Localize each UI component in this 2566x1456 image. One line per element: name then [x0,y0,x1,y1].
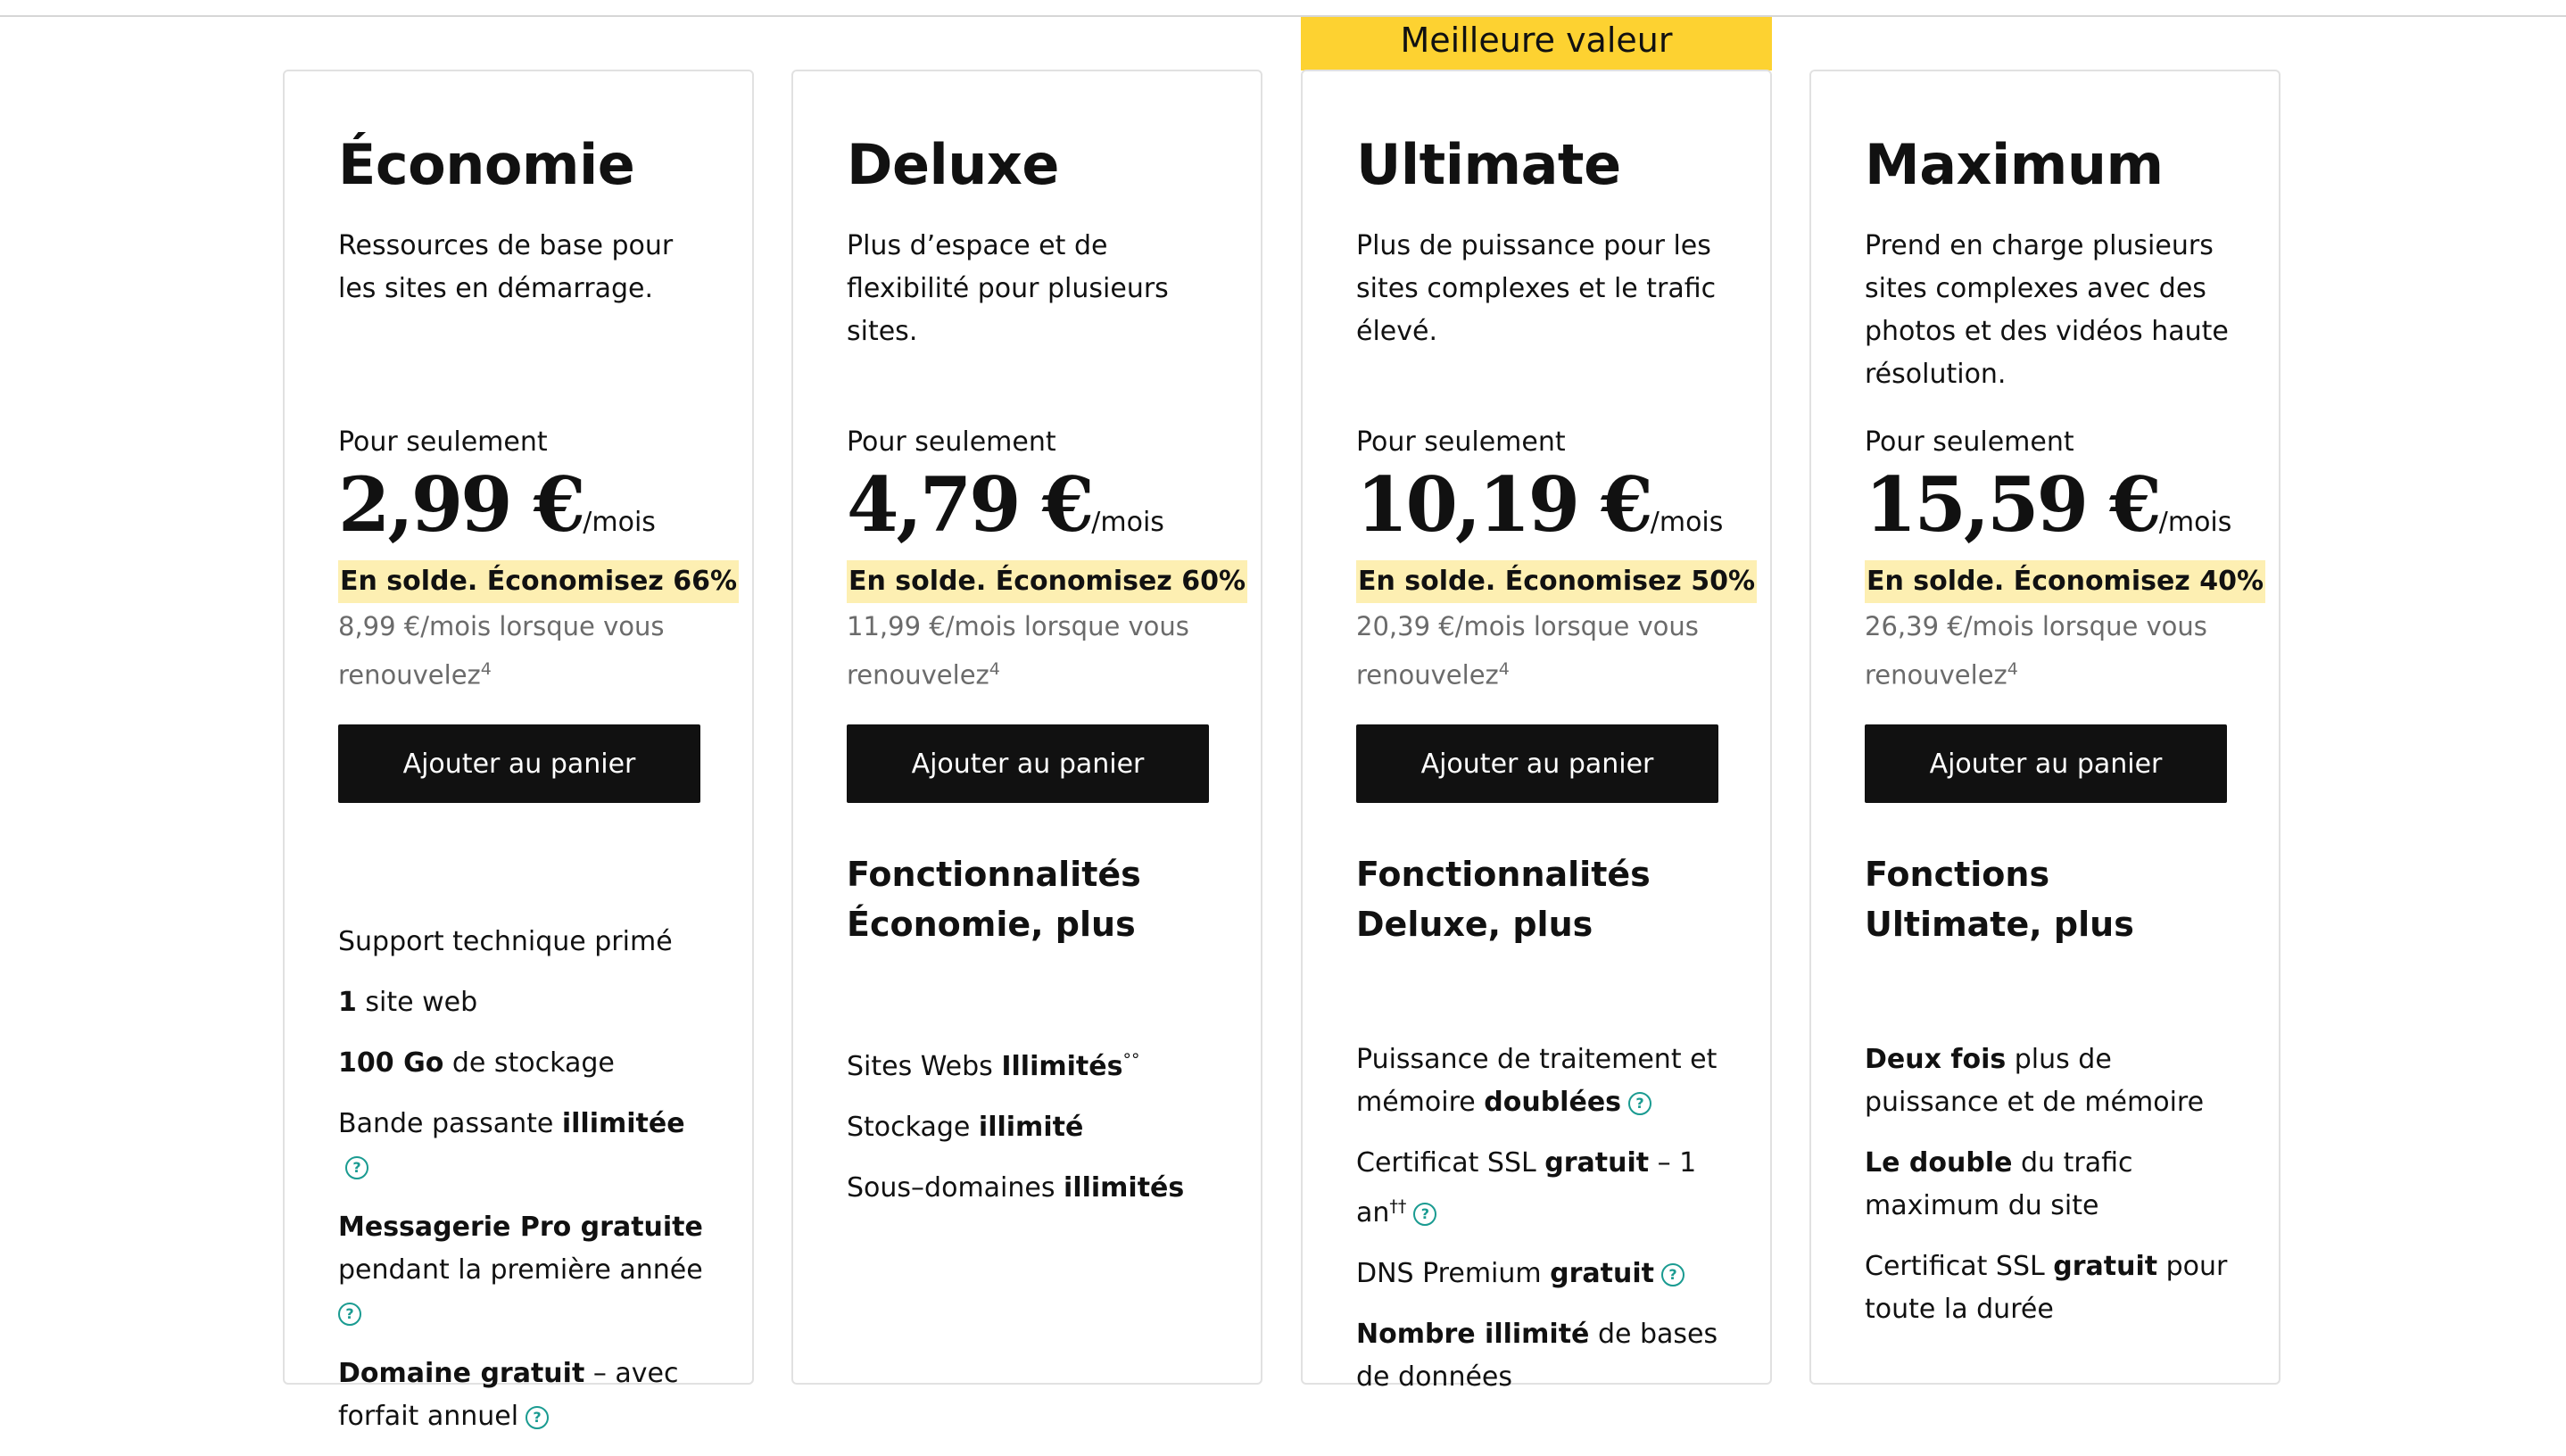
features-title: Fonctionnalités Deluxe, plus [1356,855,1651,944]
feature-item: Certificat SSL gratuit pour toute la dur… [1865,1251,2228,1325]
plan-name: Deluxe [847,132,1059,197]
feature-item: 1 site web [338,987,478,1018]
footnote-marker: 4 [989,659,1000,679]
sale-badge: En solde. Économisez 40% [1865,560,2266,603]
add-to-cart-button[interactable]: Ajouter au panier [847,724,1209,803]
feature-item: Messagerie Pro gratuite pendant la premi… [338,1206,704,1335]
price-value: 15,59 € [1865,460,2162,549]
feature-list: Puissance de traitement et mémoire doubl… [1356,1038,1722,1417]
feature-item: Le double du trafic maximum du site [1865,1147,2133,1221]
feature-list: Sites Webs Illimités°° Stockage illimité… [847,1038,1213,1228]
feature-item: Bande passante illimitée? [338,1103,704,1188]
price-label: Pour seulement [1865,426,2074,458]
feature-list: Support technique primé 1 site web 100 G… [338,921,704,1456]
sale-badge: En solde. Économisez 50% [1356,560,1758,603]
help-icon[interactable]: ? [338,1302,361,1326]
footnote-marker: 4 [1498,659,1510,679]
price-period: /mois [2158,507,2232,538]
price-label: Pour seulement [847,426,1056,458]
plan-description: Plus de puissance pour les sites complex… [1356,230,1717,347]
price-period: /mois [1650,507,1724,538]
help-icon[interactable]: ? [1413,1202,1437,1226]
feature-list: Deux fois plus de puissance et de mémoir… [1865,1038,2231,1349]
price-label: Pour seulement [1356,426,1566,458]
price-row: 2,99 €/mois [338,460,656,549]
plan-card-deluxe: Deluxe Plus d’espace et de flexibilité p… [791,70,1262,1385]
renewal-price: 11,99 €/mois lorsque vous renouvelez4 [847,611,1189,691]
plan-card-economie: Économie Ressources de base pour les sit… [283,70,754,1432]
plan-name: Maximum [1865,132,2164,197]
feature-item: Sous–domaines illimités [847,1172,1185,1204]
renewal-price: 8,99 €/mois lorsque vous renouvelez4 [338,611,665,691]
price-value: 10,19 € [1356,460,1653,549]
sale-badge: En solde. Économisez 60% [847,560,1248,603]
price-row: 4,79 €/mois [847,460,1164,549]
add-to-cart-button[interactable]: Ajouter au panier [1865,724,2227,803]
add-to-cart-button[interactable]: Ajouter au panier [338,724,700,803]
renewal-price: 26,39 €/mois lorsque vous renouvelez4 [1865,611,2207,691]
best-value-badge: Meilleure valeur [1301,17,1772,70]
plan-name: Économie [338,132,635,197]
price-period: /mois [1091,507,1164,538]
top-divider [0,15,2566,17]
sale-badge: En solde. Économisez 66% [338,560,740,603]
plan-name: Ultimate [1356,132,1621,197]
footnote-marker: †† [1389,1196,1407,1216]
help-icon[interactable]: ? [1661,1262,1684,1286]
plan-description: Prend en charge plusieurs sites complexe… [1865,230,2229,390]
plan-card-maximum: Maximum Prend en charge plusieurs sites … [1809,70,2280,1385]
plan-description: Ressources de base pour les sites en dém… [338,230,674,304]
help-icon[interactable]: ? [345,1155,368,1179]
feature-item: Nombre illimité de bases de données [1356,1319,1718,1393]
plan-description: Plus d’espace et de flexibilité pour plu… [847,230,1169,347]
features-title: Fonctions Ultimate, plus [1865,855,2134,944]
feature-item: 100 Go de stockage [338,1047,615,1079]
features-title: Fonctionnalités Économie, plus [847,855,1141,944]
renewal-price: 20,39 €/mois lorsque vous renouvelez4 [1356,611,1699,691]
footnote-marker: 4 [480,659,492,679]
feature-item: Support technique primé [338,926,673,957]
plan-card-ultimate: Ultimate Plus de puissance pour les site… [1301,70,1772,1393]
feature-item: DNS Premium gratuit? [1356,1253,1722,1295]
footnote-marker: °° [1122,1050,1140,1070]
help-icon[interactable]: ? [1628,1091,1652,1115]
price-value: 4,79 € [847,460,1094,549]
price-period: /mois [583,507,656,538]
price-label: Pour seulement [338,426,548,458]
add-to-cart-button[interactable]: Ajouter au panier [1356,724,1718,803]
price-value: 2,99 € [338,460,585,549]
price-row: 10,19 €/mois [1356,460,1723,549]
feature-item: Sites Webs Illimités°° [847,1050,1140,1082]
feature-item: Stockage illimité [847,1112,1084,1143]
feature-item: Certificat SSL gratuit – 1 an††? [1356,1147,1697,1228]
feature-item: Deux fois plus de puissance et de mémoir… [1865,1044,2205,1118]
feature-item: Puissance de traitement et mémoire doubl… [1356,1044,1718,1118]
price-row: 15,59 €/mois [1865,460,2231,549]
footnote-marker: 4 [2007,659,2018,679]
